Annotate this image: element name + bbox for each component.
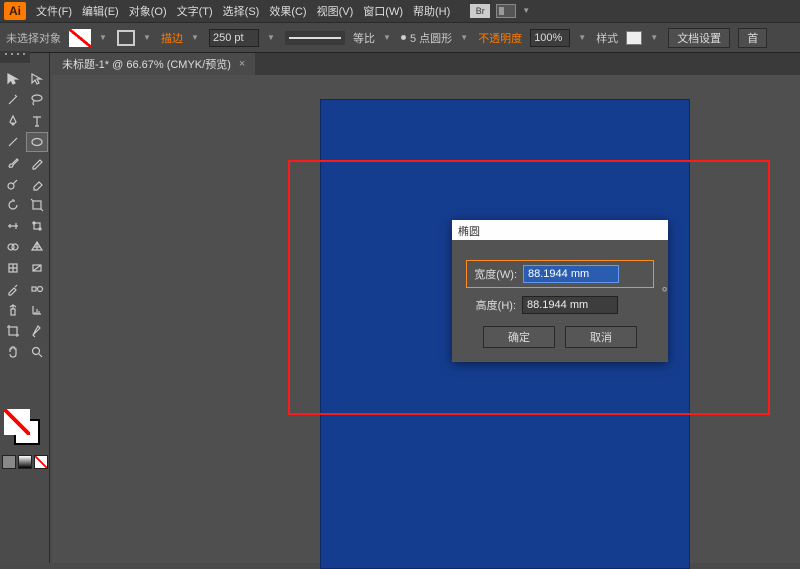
graph-tool[interactable] [26, 300, 48, 320]
cancel-button[interactable]: 取消 [565, 326, 637, 348]
chevron-down-icon[interactable]: ▼ [267, 33, 277, 43]
zoom-tool[interactable] [26, 342, 48, 362]
rotate-tool[interactable] [2, 195, 24, 215]
width-tool[interactable] [2, 216, 24, 236]
hand-tool[interactable] [2, 342, 24, 362]
opacity-label[interactable]: 不透明度 [478, 30, 522, 46]
menu-edit[interactable]: 编辑(E) [82, 3, 119, 19]
shape-builder-tool[interactable] [2, 237, 24, 257]
document-tabs: 未标题-1* @ 66.67% (CMYK/预览) × [52, 53, 800, 75]
gradient-tool[interactable] [26, 258, 48, 278]
stroke-label[interactable]: 描边 [161, 30, 183, 46]
selection-tool[interactable] [2, 69, 24, 89]
tab-label: 未标题-1* @ 66.67% (CMYK/预览) [62, 56, 231, 72]
canvas-area[interactable]: 椭圆 宽度(W): 88.1944 mm 高度(H): 88.1944 mm ⚬… [52, 75, 800, 563]
ellipse-tool[interactable] [26, 132, 48, 152]
lasso-tool[interactable] [26, 90, 48, 110]
stroke-swatch[interactable] [117, 30, 135, 46]
symbol-sprayer-tool[interactable] [2, 300, 24, 320]
magic-wand-tool[interactable] [2, 90, 24, 110]
blob-brush-tool[interactable] [2, 174, 24, 194]
selection-status: 未选择对象 [6, 30, 61, 46]
gradient-mode-icon[interactable] [18, 455, 32, 469]
fill-color-icon[interactable] [4, 409, 30, 435]
none-mode-icon[interactable] [34, 455, 48, 469]
chevron-down-icon[interactable]: ▼ [143, 33, 153, 43]
height-input[interactable]: 88.1944 mm [522, 296, 618, 314]
ellipse-dialog: 椭圆 宽度(W): 88.1944 mm 高度(H): 88.1944 mm ⚬… [452, 220, 668, 362]
bridge-icon[interactable]: Br [470, 4, 490, 18]
chevron-down-icon[interactable]: ▼ [99, 33, 109, 43]
profile-label: 5 点圆形 [410, 30, 452, 46]
menu-file[interactable]: 文件(F) [36, 3, 72, 19]
width-label: 宽度(W): [467, 266, 517, 282]
menu-select[interactable]: 选择(S) [223, 3, 260, 19]
opacity-field[interactable]: 100% [530, 29, 570, 47]
menu-type[interactable]: 文字(T) [177, 3, 213, 19]
height-row: 高度(H): 88.1944 mm [466, 296, 654, 314]
menu-object[interactable]: 对象(O) [129, 3, 167, 19]
style-swatch[interactable] [626, 31, 642, 45]
preferences-button[interactable]: 首 [738, 28, 767, 48]
menu-window[interactable]: 窗口(W) [363, 3, 403, 19]
menu-effect[interactable]: 效果(C) [269, 3, 306, 19]
dialog-title: 椭圆 [452, 220, 668, 240]
color-mode-icon[interactable] [2, 455, 16, 469]
slice-tool[interactable] [26, 321, 48, 341]
paintbrush-tool[interactable] [2, 153, 24, 173]
fill-stroke-control[interactable] [4, 409, 44, 449]
options-bar: 未选择对象 ▼ ▼ 描边 ▼ 250 pt ▼ 等比 ▼ 5 点圆形 ▼ 不透明… [0, 22, 800, 53]
brush-preview[interactable] [285, 31, 345, 45]
menu-view[interactable]: 视图(V) [317, 3, 354, 19]
menu-help[interactable]: 帮助(H) [413, 3, 450, 19]
style-label: 样式 [596, 30, 618, 46]
menubar: Ai 文件(F) 编辑(E) 对象(O) 文字(T) 选择(S) 效果(C) 视… [0, 0, 800, 22]
close-icon[interactable]: × [239, 58, 245, 70]
height-label: 高度(H): [466, 297, 516, 313]
scale-tool[interactable] [26, 195, 48, 215]
pen-tool[interactable] [2, 111, 24, 131]
dot-icon [401, 35, 406, 40]
document-setup-button[interactable]: 文档设置 [668, 28, 730, 48]
free-transform-tool[interactable] [26, 216, 48, 236]
brush-mode-label: 等比 [353, 30, 375, 46]
workspace: 未标题-1* @ 66.67% (CMYK/预览) × 椭圆 宽度(W): 88… [0, 53, 800, 563]
chevron-down-icon[interactable]: ▼ [650, 33, 660, 43]
chevron-down-icon[interactable]: ▼ [383, 33, 393, 43]
chevron-down-icon[interactable]: ▼ [522, 6, 532, 16]
tool-panel [0, 53, 50, 563]
stroke-weight-field[interactable]: 250 pt [209, 29, 259, 47]
line-tool[interactable] [2, 132, 24, 152]
perspective-tool[interactable] [26, 237, 48, 257]
direct-selection-tool[interactable] [26, 69, 48, 89]
chevron-down-icon[interactable]: ▼ [191, 33, 201, 43]
width-input[interactable]: 88.1944 mm [523, 265, 619, 283]
app-logo: Ai [4, 2, 26, 20]
panel-grip[interactable] [0, 51, 30, 63]
eyedropper-tool[interactable] [2, 279, 24, 299]
document-tab[interactable]: 未标题-1* @ 66.67% (CMYK/预览) × [52, 53, 255, 75]
workspace-switcher-icon[interactable] [496, 4, 516, 18]
fill-swatch[interactable] [69, 29, 91, 47]
width-row: 宽度(W): 88.1944 mm [466, 260, 654, 288]
blend-tool[interactable] [26, 279, 48, 299]
artboard-tool[interactable] [2, 321, 24, 341]
stroke-profile[interactable]: 5 点圆形 [401, 30, 452, 46]
type-tool[interactable] [26, 111, 48, 131]
ok-button[interactable]: 确定 [483, 326, 555, 348]
link-constrain-icon[interactable]: ⚬ [659, 282, 670, 298]
chevron-down-icon[interactable]: ▼ [460, 33, 470, 43]
mesh-tool[interactable] [2, 258, 24, 278]
pencil-tool[interactable] [26, 153, 48, 173]
eraser-tool[interactable] [26, 174, 48, 194]
chevron-down-icon[interactable]: ▼ [578, 33, 588, 43]
